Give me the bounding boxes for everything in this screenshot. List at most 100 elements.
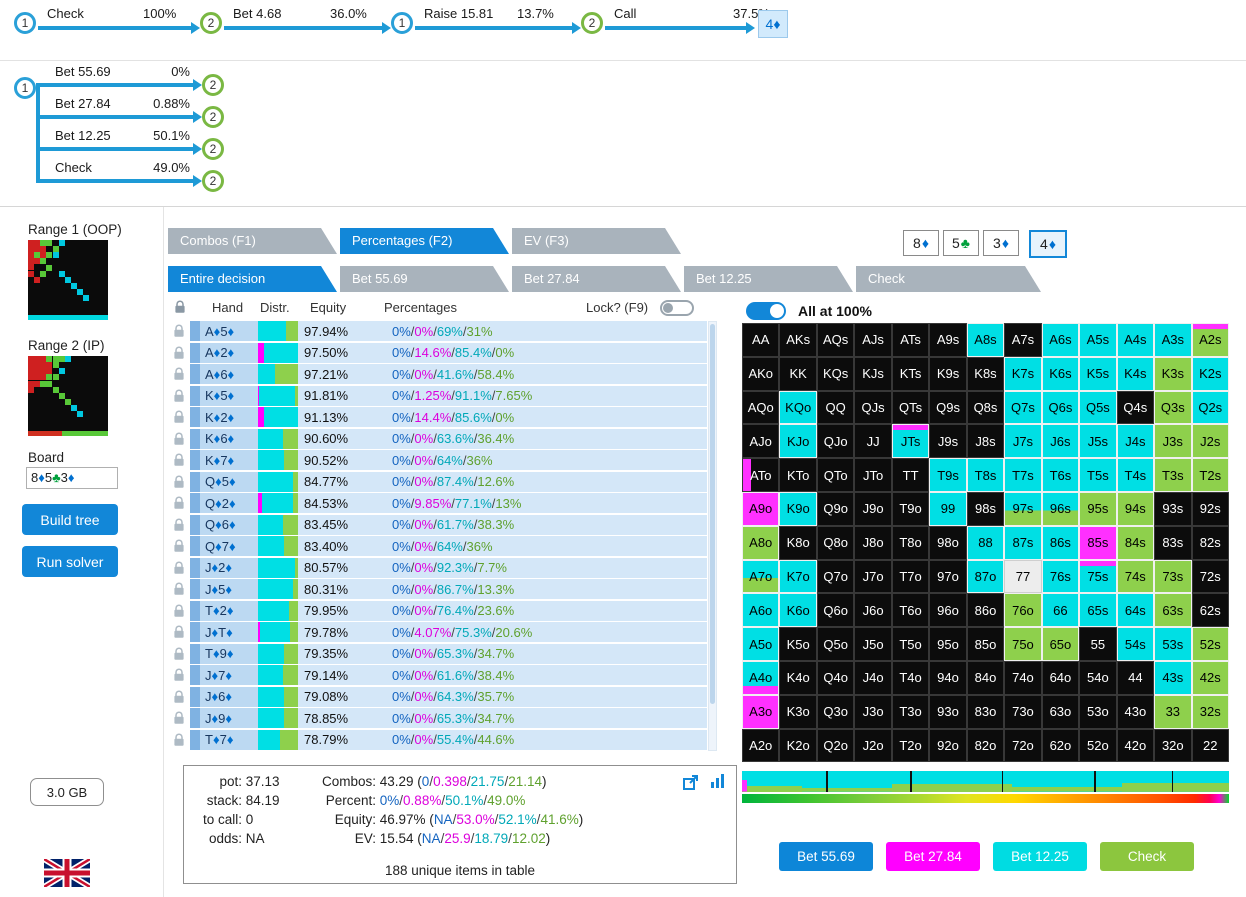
matrix-cell-t4s[interactable]: T4s [1116, 458, 1155, 492]
action-button-bet-12-25[interactable]: Bet 12.25 [993, 842, 1087, 871]
hand-row[interactable]: T♦2♦ 79.95% 0%/0%/76.4%/23.6% [168, 600, 718, 621]
matrix-cell-qq[interactable]: QQ [816, 390, 855, 425]
row-lock[interactable] [168, 324, 190, 338]
row-lock[interactable] [168, 389, 190, 403]
matrix-cell-j9o[interactable]: J9o [854, 491, 892, 526]
matrix-cell-t3s[interactable]: T3s [1154, 458, 1192, 492]
matrix-cell-j4o[interactable]: J4o [854, 660, 892, 695]
run-solver-button[interactable]: Run solver [22, 546, 118, 577]
matrix-cell-53s[interactable]: 53s [1154, 627, 1192, 661]
matrix-cell-j2o[interactable]: J2o [854, 728, 892, 763]
matrix-cell-a7s[interactable]: A7s [1004, 323, 1042, 357]
matrix-cell-k8s[interactable]: K8s [966, 356, 1005, 391]
hand-row[interactable]: T♦9♦ 79.35% 0%/0%/65.3%/34.7% [168, 643, 718, 664]
action-button-check[interactable]: Check [1100, 842, 1194, 871]
hand-row[interactable]: K♦6♦ 90.60% 0%/0%/63.6%/36.4% [168, 428, 718, 449]
matrix-cell-54o[interactable]: 54o [1079, 660, 1117, 695]
hand-row[interactable]: T♦7♦ 78.79% 0%/0%/55.4%/44.6% [168, 729, 718, 750]
matrix-cell-j6s[interactable]: J6s [1041, 424, 1080, 459]
matrix-cell-75s[interactable]: 75s [1079, 559, 1117, 594]
matrix-cell-82s[interactable]: 82s [1191, 525, 1229, 560]
matrix-cell-t9o[interactable]: T9o [891, 491, 930, 526]
hand-row[interactable]: A♦2♦ 97.50% 0%/14.6%/85.4%/0% [168, 342, 718, 363]
matrix-cell-a8o[interactable]: A8o [742, 525, 780, 560]
matrix-cell-72s[interactable]: 72s [1191, 559, 1229, 594]
row-lock[interactable] [168, 346, 190, 360]
matrix-cell-q7o[interactable]: Q7o [816, 559, 855, 594]
matrix-cell-t6s[interactable]: T6s [1041, 458, 1080, 492]
matrix-cell-a6o[interactable]: A6o [742, 593, 780, 628]
matrix-cell-42s[interactable]: 42s [1191, 660, 1229, 695]
matrix-cell-63s[interactable]: 63s [1154, 593, 1192, 628]
tree-root-node[interactable]: 1 [14, 77, 36, 99]
matrix-cell-k6o[interactable]: K6o [779, 593, 817, 628]
row-lock[interactable] [168, 733, 190, 747]
matrix-cell-84o[interactable]: 84o [966, 660, 1005, 695]
action-button-bet-55-69[interactable]: Bet 55.69 [779, 842, 873, 871]
range1-thumbnail[interactable] [28, 240, 108, 320]
hand-row[interactable]: J♦6♦ 79.08% 0%/0%/64.3%/35.7% [168, 686, 718, 707]
matrix-cell-87o[interactable]: 87o [966, 559, 1005, 594]
view-tab-combos-f1[interactable]: Combos (F1) [168, 228, 337, 254]
matrix-cell-j9s[interactable]: J9s [929, 424, 967, 459]
matrix-cell-74o[interactable]: 74o [1004, 660, 1042, 695]
range2-thumbnail[interactable] [28, 356, 108, 436]
matrix-cell-86s[interactable]: 86s [1041, 525, 1080, 560]
matrix-cell-93o[interactable]: 93o [929, 694, 967, 729]
matrix-cell-22[interactable]: 22 [1191, 728, 1229, 763]
matrix-cell-q3o[interactable]: Q3o [816, 694, 855, 729]
matrix-cell-32o[interactable]: 32o [1154, 728, 1192, 763]
matrix-cell-k6s[interactable]: K6s [1041, 356, 1080, 391]
matrix-cell-92o[interactable]: 92o [929, 728, 967, 763]
matrix-cell-k3s[interactable]: K3s [1154, 356, 1192, 391]
matrix-cell-64o[interactable]: 64o [1041, 660, 1080, 695]
decision-tab-bet-55-69[interactable]: Bet 55.69 [340, 266, 509, 292]
matrix-cell-kjs[interactable]: KJs [854, 356, 892, 391]
hand-row[interactable]: Q♦2♦ 84.53% 0%/9.85%/77.1%/13% [168, 493, 718, 513]
matrix-cell-q2s[interactable]: Q2s [1191, 390, 1229, 425]
matrix-cell-a3o[interactable]: A3o [742, 694, 780, 729]
matrix-cell-q2o[interactable]: Q2o [816, 728, 855, 763]
matrix-cell-kto[interactable]: KTo [779, 458, 817, 492]
view-tab-ev-f3[interactable]: EV (F3) [512, 228, 681, 254]
matrix-cell-t4o[interactable]: T4o [891, 660, 930, 695]
matrix-cell-a8s[interactable]: A8s [966, 323, 1005, 357]
hand-row[interactable]: J♦9♦ 78.85% 0%/0%/65.3%/34.7% [168, 708, 718, 728]
action-button-bet-27-84[interactable]: Bet 27.84 [886, 842, 980, 871]
row-lock[interactable] [168, 604, 190, 618]
matrix-cell-j7o[interactable]: J7o [854, 559, 892, 594]
all-at-100-toggle[interactable] [746, 302, 786, 320]
matrix-cell-87s[interactable]: 87s [1004, 525, 1042, 560]
matrix-cell-43o[interactable]: 43o [1116, 694, 1155, 729]
export-icon[interactable] [682, 773, 700, 794]
matrix-cell-ats[interactable]: ATs [891, 323, 930, 357]
matrix-cell-74s[interactable]: 74s [1116, 559, 1155, 594]
language-flag[interactable] [42, 856, 92, 890]
hand-row[interactable]: Q♦5♦ 84.77% 0%/0%/87.4%/12.6% [168, 471, 718, 492]
matrix-cell-a7o[interactable]: A7o [742, 559, 780, 594]
matrix-cell-72o[interactable]: 72o [1004, 728, 1042, 763]
matrix-cell-84s[interactable]: 84s [1116, 525, 1155, 560]
matrix-cell-qto[interactable]: QTo [816, 458, 855, 492]
matrix-cell-t3o[interactable]: T3o [891, 694, 930, 729]
matrix-cell-63o[interactable]: 63o [1041, 694, 1080, 729]
row-lock[interactable] [168, 432, 190, 446]
matrix-cell-94o[interactable]: 94o [929, 660, 967, 695]
matrix-cell-95o[interactable]: 95o [929, 627, 967, 661]
matrix-cell-qts[interactable]: QTs [891, 390, 930, 425]
matrix-cell-66[interactable]: 66 [1041, 593, 1080, 628]
matrix-cell-65o[interactable]: 65o [1041, 627, 1080, 661]
matrix-cell-88[interactable]: 88 [966, 525, 1005, 560]
matrix-cell-k4s[interactable]: K4s [1116, 356, 1155, 391]
matrix-cell-j3s[interactable]: J3s [1154, 424, 1192, 459]
matrix-cell-73s[interactable]: 73s [1154, 559, 1192, 594]
matrix-cell-qjs[interactable]: QJs [854, 390, 892, 425]
lock-toggle[interactable] [660, 300, 694, 316]
matrix-cell-kqs[interactable]: KQs [816, 356, 855, 391]
hand-row[interactable]: Q♦7♦ 83.40% 0%/0%/64%/36% [168, 536, 718, 556]
matrix-cell-kk[interactable]: KK [779, 356, 817, 391]
matrix-cell-94s[interactable]: 94s [1116, 491, 1155, 526]
hand-row[interactable]: J♦T♦ 79.78% 0%/4.07%/75.3%/20.6% [168, 622, 718, 642]
matrix-cell-99[interactable]: 99 [929, 491, 967, 526]
row-lock[interactable] [168, 410, 190, 424]
